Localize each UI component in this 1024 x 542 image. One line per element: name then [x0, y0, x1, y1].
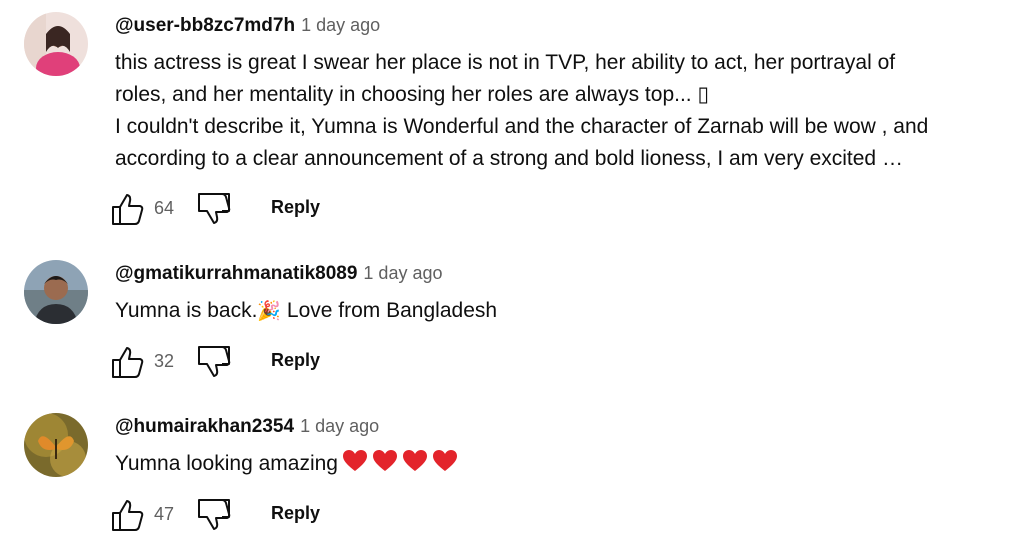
comment-line: Yumna looking amazing — [115, 448, 995, 480]
comment-text: Yumna is back.🎉 Love from Bangladesh — [115, 295, 995, 328]
comment-header: @gmatikurrahmanatik8089 1 day ago — [115, 263, 443, 285]
comment-actions: 47 Reply — [110, 497, 410, 533]
comment-actions: 64 Reply — [110, 191, 410, 227]
avatar[interactable] — [24, 413, 88, 477]
comment-text-part: Love from Bangladesh — [281, 299, 498, 322]
like-count: 64 — [154, 198, 175, 218]
comment-actions: 32 Reply — [110, 344, 410, 380]
red-heart-icon — [432, 450, 457, 471]
reply-button[interactable]: Reply — [271, 503, 320, 524]
hearts-row — [338, 450, 458, 475]
thumbs-down-icon[interactable] — [196, 497, 232, 533]
party-popper-icon: 🎉 — [257, 301, 282, 322]
comment-header: @user-bb8zc7md7h 1 day ago — [115, 15, 380, 37]
thumbs-down-icon[interactable] — [196, 191, 232, 227]
comment-line: this actress is great I swear her place … — [115, 51, 896, 74]
timestamp[interactable]: 1 day ago — [300, 416, 379, 436]
comment-text-part: Yumna is back. — [115, 299, 258, 322]
comment-header: @humairakhan2354 1 day ago — [115, 416, 379, 438]
avatar[interactable] — [24, 260, 88, 324]
red-heart-icon — [342, 450, 367, 471]
timestamp[interactable]: 1 day ago — [301, 15, 380, 35]
comment-line[interactable]: according to a clear announcement of a s… — [115, 143, 995, 175]
thumbs-up-icon[interactable] — [110, 191, 146, 227]
thumbs-down-icon[interactable] — [196, 344, 232, 380]
thumbs-up-icon[interactable] — [110, 497, 146, 533]
author-handle[interactable]: @user-bb8zc7md7h — [115, 15, 295, 36]
timestamp[interactable]: 1 day ago — [363, 263, 442, 283]
like-count: 32 — [154, 351, 175, 371]
red-heart-icon — [402, 450, 427, 471]
comment-text: this actress is great I swear her place … — [115, 47, 995, 175]
thumbs-up-icon[interactable] — [110, 344, 146, 380]
like-count: 47 — [154, 504, 175, 524]
comment-line: roles, and her mentality in choosing her… — [115, 83, 710, 106]
red-heart-icon — [372, 450, 397, 471]
avatar[interactable] — [24, 12, 88, 76]
reply-button[interactable]: Reply — [271, 197, 320, 218]
comment-line: I couldn't describe it, Yumna is Wonderf… — [115, 115, 929, 138]
comment-text-part: Yumna looking amazing — [115, 452, 338, 475]
reply-button[interactable]: Reply — [271, 350, 320, 371]
comment-text: Yumna looking amazing — [115, 448, 995, 480]
author-handle[interactable]: @gmatikurrahmanatik8089 — [115, 263, 357, 284]
author-handle[interactable]: @humairakhan2354 — [115, 416, 294, 437]
comment-line: Yumna is back.🎉 Love from Bangladesh — [115, 295, 995, 328]
